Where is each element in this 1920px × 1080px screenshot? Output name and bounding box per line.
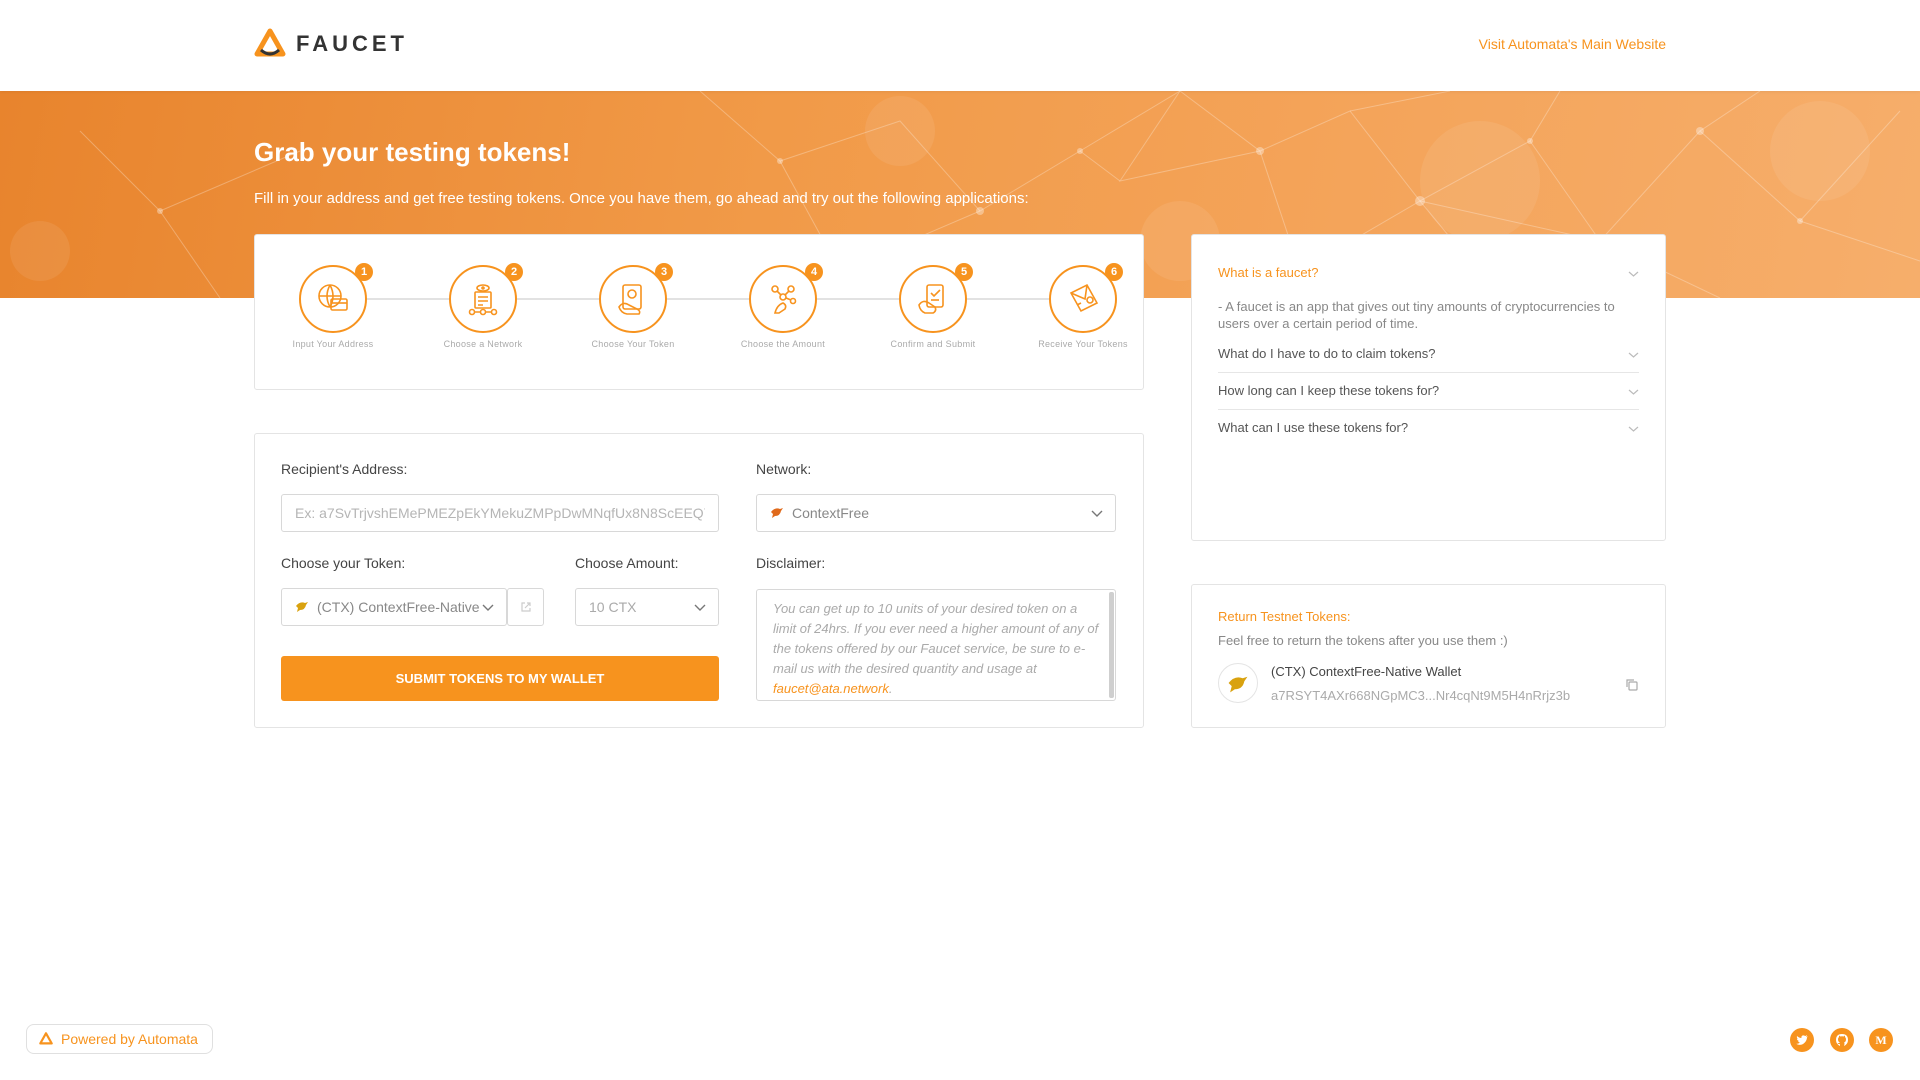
step-circle: 2: [449, 263, 523, 333]
token-bird-icon: [295, 590, 309, 625]
hero-subtitle: Fill in your address and get free testin…: [254, 190, 1029, 207]
faq-item-claim-tokens[interactable]: What do I have to do to claim tokens?: [1218, 346, 1639, 361]
step-number: 1: [355, 263, 373, 281]
faq-item-use-tokens[interactable]: What can I use these tokens for?: [1218, 420, 1639, 435]
disclaimer-email-link[interactable]: faucet@ata.network: [773, 681, 889, 696]
disclaimer-box[interactable]: You can get up to 10 units of your desir…: [756, 589, 1116, 701]
token-bird-icon: [1228, 676, 1248, 693]
return-tokens-title: Return Testnet Tokens:: [1218, 609, 1351, 624]
faq-question: How long can I keep these tokens for?: [1218, 383, 1440, 398]
step-number: 4: [805, 263, 823, 281]
step-circle: 3: [599, 263, 673, 333]
faq-card: What is a faucet? - A faucet is an app t…: [1191, 234, 1666, 541]
step-circle: 5: [899, 263, 973, 333]
step-label: Input Your Address: [292, 339, 374, 349]
disclaimer-end: .: [888, 681, 893, 696]
step-label: Confirm and Submit: [890, 339, 976, 349]
faq-question: What can I use these tokens for?: [1218, 420, 1409, 435]
github-icon: [1836, 1034, 1848, 1046]
chevron-down-icon: [1628, 389, 1639, 395]
disclaimer-scrollbar[interactable]: [1109, 592, 1114, 698]
step-choose-network: 2 Choose a Network: [438, 263, 528, 350]
faq-item-keep-tokens[interactable]: How long can I keep these tokens for?: [1218, 383, 1639, 398]
contextfree-bird-icon: [770, 496, 784, 531]
step-choose-amount: 4 Choose the Amount: [738, 263, 828, 350]
copy-icon[interactable]: [1625, 678, 1639, 692]
powered-by-text: Powered by Automata: [61, 1031, 198, 1047]
medium-icon: M: [1875, 1033, 1886, 1047]
recipient-address-field[interactable]: [281, 494, 719, 532]
svg-text:M: M: [1875, 1033, 1886, 1047]
faucet-form-card: Recipient's Address: Network: ContextFre…: [254, 433, 1144, 728]
step-confirm-submit: 5 Confirm and Submit: [888, 263, 978, 350]
step-label: Choose a Network: [443, 339, 523, 349]
return-wallet-name: (CTX) ContextFree-Native Wallet: [1271, 664, 1462, 679]
faq-item-what-is-faucet[interactable]: What is a faucet?: [1218, 265, 1639, 280]
disclaimer-text: You can get up to 10 units of your desir…: [773, 601, 1099, 676]
chevron-down-icon: [1628, 426, 1639, 432]
amount-select[interactable]: 10 CTX: [575, 588, 719, 626]
faq-question: What do I have to do to claim tokens?: [1218, 346, 1436, 361]
hero-title: Grab your testing tokens!: [254, 137, 571, 167]
network-select[interactable]: ContextFree: [756, 494, 1116, 532]
github-link[interactable]: [1830, 1028, 1854, 1052]
medium-link[interactable]: M: [1869, 1028, 1893, 1052]
logo-text: FAUCET: [296, 31, 408, 56]
chevron-down-icon: [482, 604, 494, 611]
chevron-down-icon: [694, 604, 706, 611]
steps-card: 1 Input Your Address 2 Choose a Network …: [254, 234, 1144, 390]
step-choose-token: 3 Choose Your Token: [588, 263, 678, 350]
chevron-down-icon: [1628, 352, 1639, 358]
automata-logo-icon: [254, 28, 286, 57]
confirm-hand-icon: [918, 284, 944, 314]
return-tokens-subtitle: Feel free to return the tokens after you…: [1218, 633, 1508, 648]
network-chip-icon: [468, 284, 498, 316]
step-number: 6: [1105, 263, 1123, 281]
top-header: FAUCET Visit Automata's Main Website: [0, 0, 1920, 91]
step-number: 2: [505, 263, 523, 281]
step-label: Choose Your Token: [591, 339, 675, 349]
step-number: 3: [655, 263, 673, 281]
token-select[interactable]: (CTX) ContextFree-Native: [281, 588, 507, 626]
powered-by-automata-badge[interactable]: Powered by Automata: [26, 1024, 213, 1054]
amount-nodes-icon: [771, 285, 797, 314]
globe-wallet-icon: [318, 284, 348, 311]
twitter-icon: [1796, 1035, 1808, 1045]
step-circle: 6: [1049, 263, 1123, 333]
main-website-link[interactable]: Visit Automata's Main Website: [1479, 36, 1666, 52]
token-value: (CTX) ContextFree-Native: [317, 599, 480, 615]
step-receive-tokens: 6 Receive Your Tokens: [1038, 263, 1128, 350]
return-tokens-card: Return Testnet Tokens: Feel free to retu…: [1191, 584, 1666, 728]
token-hand-icon: [618, 284, 642, 315]
amount-label: Choose Amount:: [575, 555, 679, 571]
step-circle: 4: [749, 263, 823, 333]
receive-envelope-icon: [1069, 283, 1099, 313]
wallet-token-avatar: [1218, 663, 1258, 703]
step-input-address: 1 Input Your Address: [288, 263, 378, 350]
faq-divider: [1218, 409, 1639, 410]
external-link-icon: [521, 602, 531, 612]
automata-logo-icon: [39, 1032, 53, 1045]
chevron-up-icon: [1628, 271, 1639, 277]
token-label: Choose your Token:: [281, 555, 406, 571]
twitter-link[interactable]: [1790, 1028, 1814, 1052]
token-external-link-button[interactable]: [507, 588, 544, 626]
faq-answer: - A faucet is an app that gives out tiny…: [1218, 299, 1615, 331]
recipient-address-input[interactable]: [295, 505, 705, 521]
step-number: 5: [955, 263, 973, 281]
step-circle: 1: [299, 263, 373, 333]
faucet-logo[interactable]: FAUCET: [254, 28, 408, 60]
amount-value: 10 CTX: [589, 599, 637, 615]
faq-question: What is a faucet?: [1218, 265, 1319, 280]
recipient-address-label: Recipient's Address:: [281, 461, 408, 477]
step-label: Choose the Amount: [740, 339, 826, 349]
step-label: Receive Your Tokens: [1038, 339, 1128, 349]
chevron-down-icon: [1091, 510, 1103, 517]
faq-divider: [1218, 372, 1639, 373]
disclaimer-label: Disclaimer:: [756, 555, 826, 571]
network-label: Network:: [756, 461, 812, 477]
return-wallet-address: a7RSYT4AXr668NGpMC3...Nr4cqNt9M5H4nRrjz3…: [1271, 688, 1571, 703]
submit-tokens-button[interactable]: SUBMIT TOKENS TO MY WALLET: [281, 656, 719, 701]
network-value: ContextFree: [792, 505, 870, 521]
